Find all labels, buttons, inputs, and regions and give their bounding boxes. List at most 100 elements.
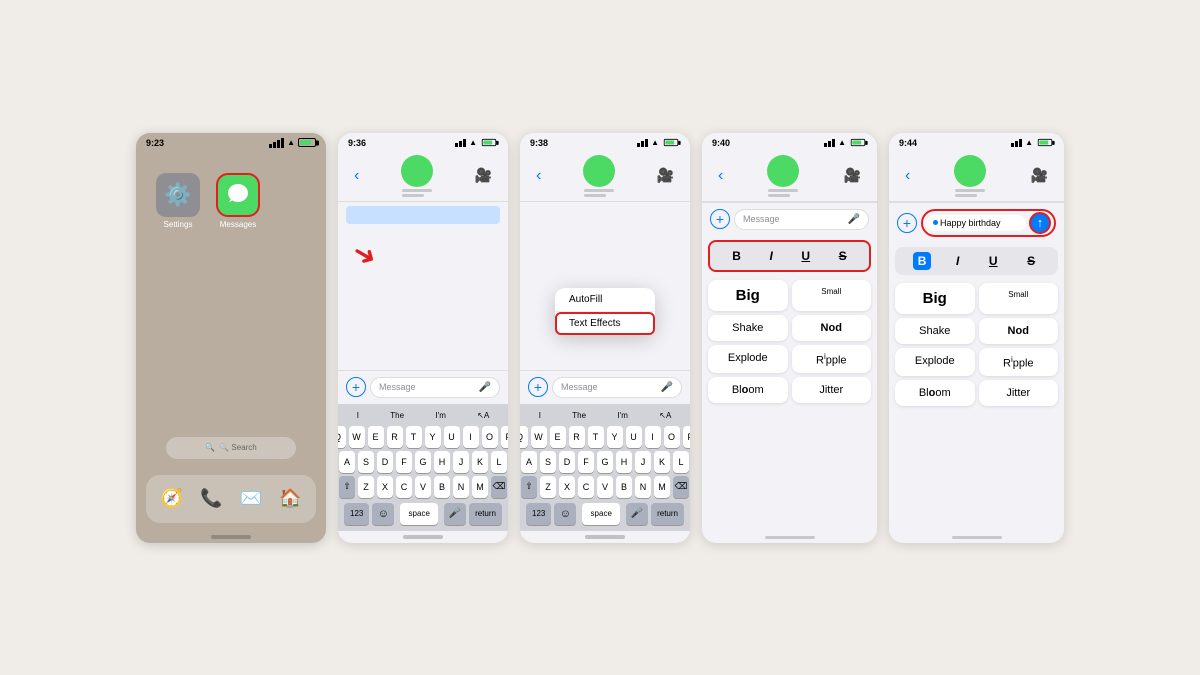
key-M[interactable]: M xyxy=(472,476,488,498)
text-effects-option[interactable]: Text Effects xyxy=(555,312,655,335)
key-J[interactable]: J xyxy=(453,451,469,473)
effect-jitter-5[interactable]: Jitter xyxy=(979,380,1059,406)
back-button-4[interactable]: ‹ xyxy=(718,167,723,185)
settings-icon-img[interactable]: ⚙️ xyxy=(156,173,200,217)
effect-jitter-4[interactable]: Jitter xyxy=(792,377,872,403)
phone-dock-icon[interactable]: 📞 xyxy=(193,481,229,517)
key-E[interactable]: E xyxy=(368,426,384,448)
key-L[interactable]: L xyxy=(491,451,507,473)
k3-O[interactable]: O xyxy=(664,426,680,448)
k3-V[interactable]: V xyxy=(597,476,613,498)
effect-nod-4[interactable]: Nod xyxy=(792,315,872,341)
key-H[interactable]: H xyxy=(434,451,450,473)
effect-explode-5[interactable]: Explode xyxy=(895,348,975,377)
key-B[interactable]: B xyxy=(434,476,450,498)
k3-Q[interactable]: Q xyxy=(520,426,528,448)
key-Z[interactable]: Z xyxy=(358,476,374,498)
k3-A[interactable]: A xyxy=(521,451,537,473)
k3-B[interactable]: B xyxy=(616,476,632,498)
search-bar[interactable]: 🔍 🔍 Search xyxy=(166,437,296,459)
strikethrough-button-4[interactable]: S xyxy=(834,247,852,265)
effect-bloom-4[interactable]: Bloom xyxy=(708,377,788,403)
back-button-3[interactable]: ‹ xyxy=(536,167,541,185)
video-icon-4[interactable]: 🎥 xyxy=(844,167,861,184)
key-I[interactable]: I xyxy=(463,426,479,448)
key-space[interactable]: space xyxy=(400,503,438,525)
sug3-I[interactable]: I xyxy=(539,411,541,420)
k3-E[interactable]: E xyxy=(550,426,566,448)
message-field-3[interactable]: Message 🎤 xyxy=(552,377,682,398)
effect-explode-4[interactable]: Explode xyxy=(708,345,788,374)
k3-Z[interactable]: Z xyxy=(540,476,556,498)
key-K[interactable]: K xyxy=(472,451,488,473)
key-return[interactable]: return xyxy=(469,503,502,525)
mail-dock-icon[interactable]: ✉️ xyxy=(233,481,269,517)
key-V[interactable]: V xyxy=(415,476,431,498)
autofill-option[interactable]: AutoFill xyxy=(555,288,655,312)
video-icon-5[interactable]: 🎥 xyxy=(1031,167,1048,184)
sug3-shift[interactable]: ↖A xyxy=(659,411,671,420)
plus-button-2[interactable]: + xyxy=(346,377,366,397)
k3-X[interactable]: X xyxy=(559,476,575,498)
k3-K[interactable]: K xyxy=(654,451,670,473)
k3-emoji[interactable]: ☺ xyxy=(554,503,576,525)
video-icon-2[interactable]: 🎥 xyxy=(475,167,492,184)
key-S[interactable]: S xyxy=(358,451,374,473)
key-Q[interactable]: Q xyxy=(338,426,346,448)
sug3-Im[interactable]: I'm xyxy=(617,411,627,420)
suggestion-Im[interactable]: I'm xyxy=(435,411,445,420)
send-button-5[interactable]: ↑ xyxy=(1029,212,1051,234)
k3-G[interactable]: G xyxy=(597,451,613,473)
key-mic[interactable]: 🎤 xyxy=(444,503,466,525)
k3-J[interactable]: J xyxy=(635,451,651,473)
k3-N[interactable]: N xyxy=(635,476,651,498)
k3-back[interactable]: ⌫ xyxy=(673,476,689,498)
k3-S[interactable]: S xyxy=(540,451,556,473)
k3-space[interactable]: space xyxy=(582,503,620,525)
back-button-2[interactable]: ‹ xyxy=(354,167,359,185)
italic-button-5[interactable]: I xyxy=(951,252,964,270)
effect-small-5[interactable]: Small xyxy=(979,283,1059,314)
key-emoji[interactable]: ☺ xyxy=(372,503,394,525)
effect-shake-5[interactable]: Shake xyxy=(895,318,975,344)
k3-W[interactable]: W xyxy=(531,426,547,448)
underline-button-4[interactable]: U xyxy=(796,247,815,265)
key-P[interactable]: P xyxy=(501,426,509,448)
k3-return[interactable]: return xyxy=(651,503,684,525)
k3-U[interactable]: U xyxy=(626,426,642,448)
k3-L[interactable]: L xyxy=(673,451,689,473)
strikethrough-button-5[interactable]: S xyxy=(1022,252,1040,270)
k3-shift[interactable]: ⇧ xyxy=(521,476,537,498)
suggestion-shift[interactable]: ↖A xyxy=(477,411,489,420)
sug3-The[interactable]: The xyxy=(572,411,586,420)
bold-button-4[interactable]: B xyxy=(727,247,746,265)
home-dock-icon[interactable]: 🏠 xyxy=(272,481,308,517)
k3-F[interactable]: F xyxy=(578,451,594,473)
key-D[interactable]: D xyxy=(377,451,393,473)
key-123[interactable]: 123 xyxy=(344,503,369,525)
key-R[interactable]: R xyxy=(387,426,403,448)
plus-button-5[interactable]: + xyxy=(897,213,917,233)
key-shift[interactable]: ⇧ xyxy=(339,476,355,498)
effect-big-4[interactable]: Big xyxy=(708,280,788,311)
k3-R[interactable]: R xyxy=(569,426,585,448)
message-field-4[interactable]: Message 🎤 xyxy=(734,209,869,230)
key-F[interactable]: F xyxy=(396,451,412,473)
messages-app-icon[interactable]: Messages xyxy=(216,173,260,427)
effect-big-5[interactable]: Big xyxy=(895,283,975,314)
key-X[interactable]: X xyxy=(377,476,393,498)
key-G[interactable]: G xyxy=(415,451,431,473)
safari-dock-icon[interactable]: 🧭 xyxy=(154,481,190,517)
effect-ripple-5[interactable]: Ripple xyxy=(979,348,1059,377)
bold-button-5-active[interactable]: B xyxy=(913,252,932,270)
k3-C[interactable]: C xyxy=(578,476,594,498)
happy-birthday-input[interactable]: Happy birthday xyxy=(926,215,1026,231)
effect-shake-4[interactable]: Shake xyxy=(708,315,788,341)
settings-app-icon[interactable]: ⚙️ Settings xyxy=(156,173,200,427)
effect-nod-5[interactable]: Nod xyxy=(979,318,1059,344)
effect-bloom-5[interactable]: Bloom xyxy=(895,380,975,406)
k3-T[interactable]: T xyxy=(588,426,604,448)
message-field-2[interactable]: Message 🎤 xyxy=(370,377,500,398)
key-Y[interactable]: Y xyxy=(425,426,441,448)
key-A[interactable]: A xyxy=(339,451,355,473)
